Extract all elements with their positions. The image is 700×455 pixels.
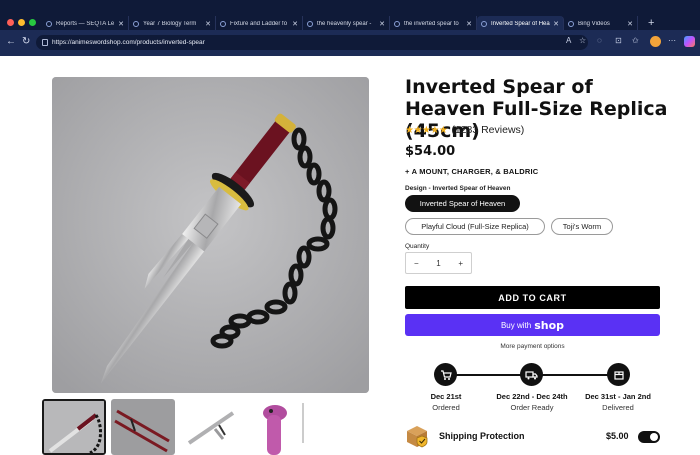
tab-biology[interactable]: Year 7 Biology Term ✕ — [129, 16, 216, 31]
shop-logo: shop — [534, 318, 565, 332]
buy-with-shop-button[interactable]: Buy with shop — [405, 314, 660, 336]
window-controls — [7, 19, 36, 26]
back-arrow-icon[interactable]: ← — [6, 37, 16, 47]
thumbnail-1[interactable] — [42, 399, 106, 455]
thumbnail-blade-image — [179, 399, 243, 455]
quantity-stepper: − 1 + — [405, 252, 472, 274]
spear-illustration — [52, 77, 369, 393]
buy-with-label: Buy with — [500, 320, 532, 330]
design-option-inverted-spear[interactable]: Inverted Spear of Heaven — [405, 195, 520, 212]
tab-strip: Reports — SEQTA Le ✕ Year 7 Biology Term ✕… — [42, 16, 638, 31]
read-aloud-icon[interactable]: A — [566, 37, 571, 45]
add-to-cart-button[interactable]: ADD TO CART — [405, 286, 660, 309]
tab-inverted-spear-product[interactable]: Inverted Spear of Hea ✕ — [477, 16, 564, 31]
close-tab-icon[interactable]: ✕ — [205, 20, 211, 28]
favorites-icon[interactable]: ✩ — [632, 37, 639, 45]
search-icon — [394, 20, 400, 27]
more-menu-icon[interactable]: ⋯ — [668, 37, 676, 45]
tab-bing-videos[interactable]: Bing Videos ✕ — [564, 16, 638, 31]
globe-icon — [481, 20, 487, 27]
extensions-icon[interactable]: ◌ — [597, 37, 602, 45]
thumbnail-2[interactable] — [111, 399, 175, 455]
url-text: https://animeswordshop.com/products/inve… — [52, 39, 205, 46]
product-main-image[interactable] — [52, 77, 369, 393]
quantity-value[interactable]: 1 — [436, 259, 440, 268]
close-tab-icon[interactable]: ✕ — [292, 20, 298, 28]
thumbnail-3[interactable] — [179, 399, 243, 455]
delivery-status-delivered: Delivered — [602, 403, 634, 412]
product-price: $54.00 — [405, 144, 456, 159]
more-payment-options-link[interactable]: More payment options — [405, 343, 660, 350]
rating-row[interactable]: ★★★★★ (1283 Reviews) — [405, 124, 524, 136]
tab-reports[interactable]: Reports — SEQTA Le ✕ — [42, 16, 129, 31]
shipping-protection-label: Shipping Protection — [439, 431, 525, 441]
thumbnail-staff-image — [111, 399, 175, 455]
address-bar[interactable]: https://animeswordshop.com/products/inve… — [36, 35, 588, 50]
close-tab-icon[interactable]: ✕ — [118, 20, 124, 28]
split-screen-icon[interactable]: ⊡ — [615, 37, 622, 45]
tab-fixture[interactable]: Fixture and Ladder fo ✕ — [216, 16, 303, 31]
tab-inverted-spear-search[interactable]: the inverted spear to ✕ — [390, 16, 477, 31]
addon-text: + A MOUNT, CHARGER, & BALDRIC — [405, 167, 539, 176]
quantity-decrease-button[interactable]: − — [414, 259, 419, 268]
thumbnail-spear-image — [44, 401, 104, 453]
search-icon — [568, 20, 574, 27]
thumbnail-strip — [42, 399, 342, 455]
tab-heavenly-spear[interactable]: the heavenly spear - ✕ — [303, 16, 390, 31]
thumbnail-4[interactable] — [247, 399, 311, 455]
close-tab-icon[interactable]: ✕ — [553, 20, 559, 28]
delivery-status-ordered: Ordered — [432, 403, 460, 412]
site-icon — [220, 20, 226, 27]
shipping-protection-toggle[interactable] — [638, 431, 660, 443]
close-tab-icon[interactable]: ✕ — [627, 20, 633, 28]
profile-avatar[interactable] — [650, 36, 661, 47]
address-bar-row: ← ↻ https://animeswordshop.com/products/… — [0, 30, 700, 56]
truck-icon — [520, 363, 543, 386]
site-icon — [133, 20, 139, 27]
cart-icon — [434, 363, 457, 386]
lock-icon — [42, 39, 48, 46]
quantity-increase-button[interactable]: + — [458, 259, 463, 268]
new-tab-button[interactable]: + — [648, 18, 654, 29]
close-window-button[interactable] — [7, 19, 14, 26]
favorite-star-icon[interactable]: ☆ — [579, 37, 586, 45]
maximize-window-button[interactable] — [29, 19, 36, 26]
globe-icon — [46, 20, 52, 27]
search-icon — [307, 20, 313, 27]
minimize-window-button[interactable] — [18, 19, 25, 26]
design-label: Design - Inverted Spear of Heaven — [405, 185, 511, 192]
review-count: (1283 Reviews) — [451, 124, 525, 136]
browser-tab-bar: Reports — SEQTA Le ✕ Year 7 Biology Term ✕… — [0, 0, 700, 31]
star-rating-icon: ★★★★★ — [405, 124, 448, 136]
delivery-status-ready: Order Ready — [510, 403, 554, 412]
close-tab-icon[interactable]: ✕ — [379, 20, 385, 28]
refresh-icon[interactable]: ↻ — [22, 37, 30, 47]
delivery-date-delivered: Dec 31st - Jan 2nd — [585, 392, 651, 401]
package-icon — [607, 363, 630, 386]
delivery-date-ordered: Dec 21st — [430, 392, 462, 401]
quantity-label: Quantity — [405, 243, 430, 250]
thumbnail-worm-image — [247, 399, 311, 455]
design-option-playful-cloud[interactable]: Playful Cloud (Full-Size Replica) — [405, 218, 545, 235]
shipping-protection-price: $5.00 — [606, 431, 629, 441]
shipping-box-icon — [405, 424, 431, 448]
copilot-icon[interactable] — [684, 36, 695, 47]
delivery-date-ready: Dec 22nd - Dec 24th — [496, 392, 568, 401]
close-tab-icon[interactable]: ✕ — [466, 20, 472, 28]
design-option-tojis-worm[interactable]: Toji's Worm — [551, 218, 613, 235]
